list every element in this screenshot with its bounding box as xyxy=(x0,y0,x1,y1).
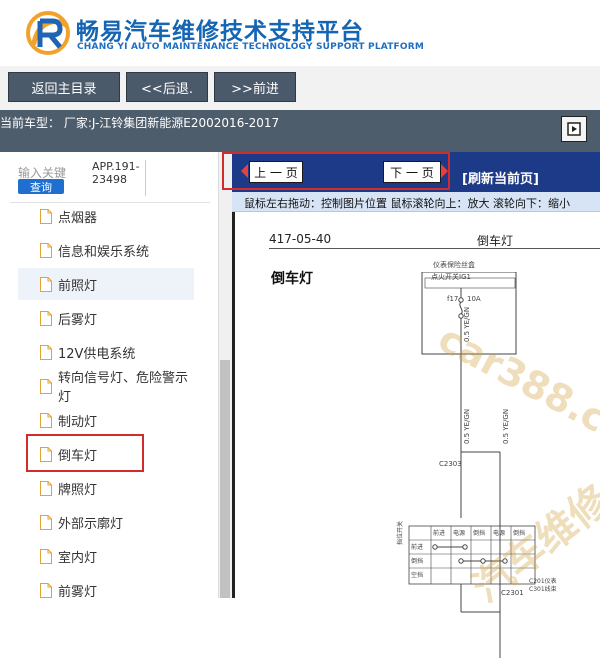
toolbar: 返回主目录 <<后退. >>前进 xyxy=(0,66,600,110)
table-header: 倒挡 xyxy=(473,530,486,537)
switch-side-label: 挡位开关 xyxy=(397,520,404,545)
vehicle-bar: 当前车型： 厂家:J-江铃集团新能源E2002016-2017 xyxy=(0,110,600,152)
document-icon xyxy=(40,480,52,496)
fullscreen-button[interactable] xyxy=(561,116,587,142)
page-nav-highlight xyxy=(222,152,450,190)
doc-rule xyxy=(269,248,600,249)
terminal xyxy=(458,297,464,303)
contact-point xyxy=(462,544,468,550)
sidebar-item[interactable]: 制动灯 xyxy=(18,404,194,436)
app-header: 畅易汽车维修技术支持平台 CHANG YI AUTO MAINTENANCE T… xyxy=(0,0,600,66)
document-icon xyxy=(40,242,52,258)
fuse-symbol xyxy=(459,301,463,315)
brand-logo-icon xyxy=(26,11,70,55)
sidebar-item[interactable]: 转向信号灯、危险警示灯 xyxy=(18,370,194,405)
sidebar-item[interactable]: 前照灯 xyxy=(18,268,194,300)
sidebar-item[interactable]: 室内灯 xyxy=(18,540,194,572)
forward-button[interactable]: >>前进 xyxy=(214,72,296,102)
sidebar-item[interactable]: 后雾灯 xyxy=(18,302,194,334)
scrollbar-thumb[interactable] xyxy=(220,360,230,598)
sidebar-item[interactable]: 外部示廓灯 xyxy=(18,506,194,538)
contact-point xyxy=(432,544,438,550)
fuse-id: f17 xyxy=(447,295,459,303)
document-page[interactable]: 417-05-40 倒车灯 倒车灯 仪表保险丝盒 点火开关IG1 f17 10A… xyxy=(232,212,600,658)
viewer-toolbar: 上 一 页 下 一 页 [刷新当前页] xyxy=(222,152,600,192)
table-row-label: 前进 xyxy=(411,544,424,551)
fuse-box-label: 仪表保险丝盒 xyxy=(433,261,475,269)
sidebar-item-label: 前雾灯 xyxy=(58,584,98,600)
wiring-diagram xyxy=(408,272,536,658)
hint-bar: 鼠标左右拖动：控制图片位置 鼠标滚轮向上：放大 滚轮向下：缩小 xyxy=(232,192,600,212)
table-header: 电源 xyxy=(453,530,466,537)
document-icon xyxy=(40,208,52,224)
app-title: 畅易汽车维修技术支持平台 xyxy=(76,19,364,45)
sidebar-item[interactable]: 牌照灯 xyxy=(18,472,194,504)
ignition-label: 点火开关IG1 xyxy=(431,273,471,281)
selection-highlight xyxy=(26,434,144,472)
doc-code: 417-05-40 xyxy=(269,232,332,246)
sidebar-item[interactable]: 信息和娱乐系统 xyxy=(18,234,194,266)
sidebar-item-label: 转向信号灯、危险警示灯 xyxy=(58,371,189,405)
document-icon xyxy=(40,412,52,428)
expand-icon xyxy=(567,122,581,136)
sidebar-item-label: 牌照灯 xyxy=(58,482,98,498)
document-viewer: 上 一 页 下 一 页 [刷新当前页] 鼠标左右拖动：控制图片位置 鼠标滚轮向上… xyxy=(222,152,600,658)
connector-label: C301线束 xyxy=(529,586,557,593)
wire-label: 0.5 YE/GN xyxy=(502,408,510,444)
sidebar-item-label: 信息和娱乐系统 xyxy=(58,244,150,260)
document-icon xyxy=(40,514,52,530)
sidebar-item-label: 前照灯 xyxy=(58,278,98,294)
back-button[interactable]: <<后退. xyxy=(126,72,208,102)
search-button[interactable]: 查询 xyxy=(18,179,64,194)
doc-header-title: 倒车灯 xyxy=(477,234,514,248)
sidebar-item-label: 制动灯 xyxy=(58,414,98,430)
sidebar-item-label: 后雾灯 xyxy=(58,312,98,328)
home-button[interactable]: 返回主目录 xyxy=(8,72,120,102)
table-row-label: 空挡 xyxy=(411,572,424,579)
document-icon xyxy=(40,344,52,360)
table-header: 前进 xyxy=(433,530,446,537)
search-input[interactable] xyxy=(92,160,146,196)
sidebar-item-label: 点烟器 xyxy=(58,210,98,226)
sidebar-item[interactable]: 前雾灯 xyxy=(18,574,194,606)
sidebar-item-label: 外部示廓灯 xyxy=(58,516,124,532)
document-icon xyxy=(40,310,52,326)
refresh-link[interactable]: [刷新当前页] xyxy=(462,168,539,187)
document-icon xyxy=(40,378,52,394)
hint-text: 鼠标左右拖动：控制图片位置 鼠标滚轮向上：放大 滚轮向下：缩小 xyxy=(244,197,570,210)
document-icon xyxy=(40,582,52,598)
sidebar-item[interactable]: 点烟器 xyxy=(18,200,194,232)
table-row-label: 倒挡 xyxy=(411,558,424,565)
sidebar-item-label: 12V供电系统 xyxy=(58,346,136,362)
document-icon xyxy=(40,276,52,292)
app-subtitle: CHANG YI AUTO MAINTENANCE TECHNOLOGY SUP… xyxy=(77,42,425,52)
document-icon xyxy=(40,548,52,564)
connector-label: C2303 xyxy=(439,460,462,468)
fuse-rating: 10A xyxy=(467,295,481,303)
wire-label: 0.5 YE/GN xyxy=(463,408,471,444)
sidebar-item[interactable]: 12V供电系统 xyxy=(18,336,194,368)
current-vehicle: 当前车型： 厂家:J-江铃集团新能源E2002016-2017 xyxy=(0,116,280,130)
sidebar-item-label: 室内灯 xyxy=(58,550,98,566)
